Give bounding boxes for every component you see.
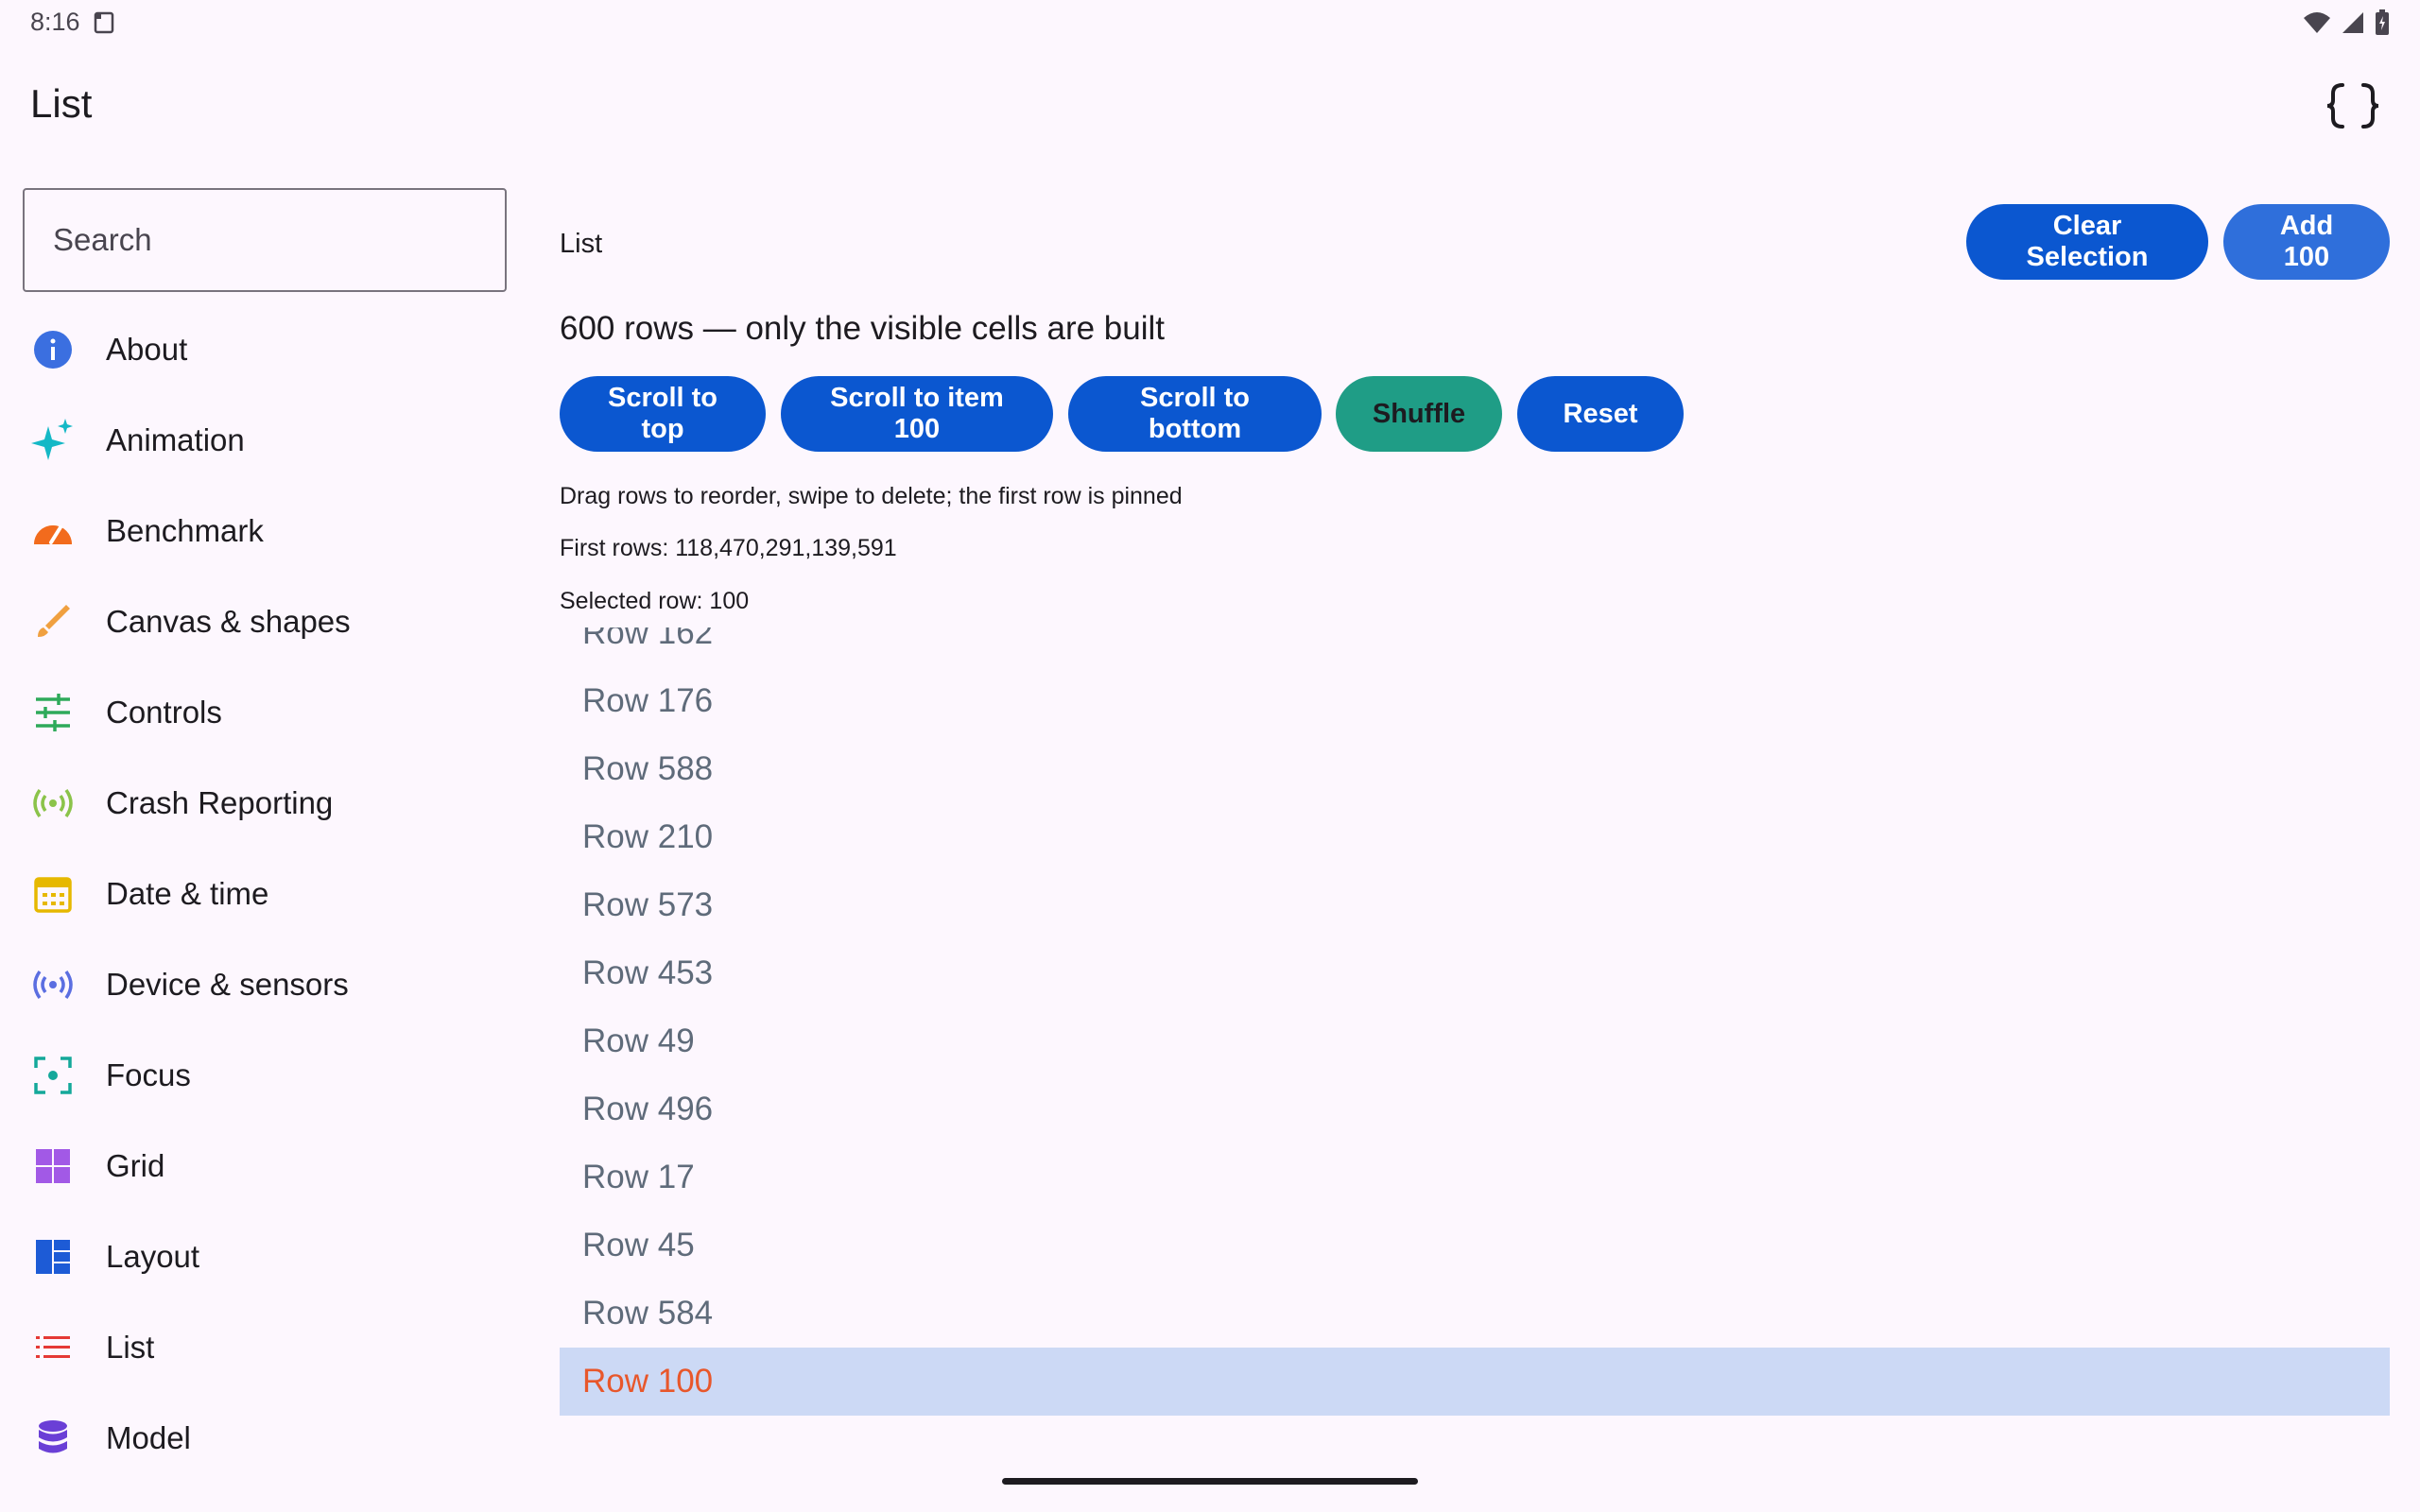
sidebar-item-crash-reporting[interactable]: Crash Reporting bbox=[23, 758, 507, 849]
list-row[interactable]: Row 573 bbox=[560, 871, 2390, 939]
sidebar-item-controls[interactable]: Controls bbox=[23, 667, 507, 758]
scroll-to-item-button[interactable]: Scroll to item 100 bbox=[781, 376, 1053, 452]
sidebar-item-label: Benchmark bbox=[106, 513, 264, 548]
sidebar-item-canvas[interactable]: Canvas & shapes bbox=[23, 576, 507, 667]
add-100-button[interactable]: Add 100 bbox=[2223, 204, 2390, 280]
list-row[interactable]: Row 588 bbox=[560, 735, 2390, 803]
sidebar-item-focus[interactable]: Focus bbox=[23, 1030, 507, 1121]
list-row[interactable]: Row 17 bbox=[560, 1143, 2390, 1211]
first-rows-text: First rows: 118,470,291,139,591 bbox=[560, 535, 897, 561]
sidebar-item-label: Device & sensors bbox=[106, 967, 349, 1002]
sidebar-item-label: Controls bbox=[106, 695, 222, 730]
sidebar-item-label: List bbox=[106, 1330, 155, 1365]
shuffle-button[interactable]: Shuffle bbox=[1336, 376, 1502, 452]
sidebar-item-label: Animation bbox=[106, 422, 245, 457]
list-row[interactable]: Row 176 bbox=[560, 667, 2390, 735]
list-row[interactable]: Row 210 bbox=[560, 803, 2390, 871]
row-list[interactable]: Row 162 Row 176 Row 588 Row 210 Row 573 Row 4… bbox=[560, 627, 2390, 1421]
wifi-icon bbox=[2304, 12, 2330, 33]
sidebar-item-label: About bbox=[106, 332, 188, 367]
drag-hint: Drag rows to reorder, swipe to delete; t… bbox=[560, 483, 1183, 509]
battery-icon bbox=[2376, 9, 2389, 35]
list-row[interactable]: Row 453 bbox=[560, 939, 2390, 1007]
status-icons bbox=[2303, 9, 2390, 36]
braces-icon[interactable] bbox=[2320, 77, 2386, 134]
scroll-to-bottom-button[interactable]: Scroll to bottom bbox=[1068, 376, 1322, 452]
sidebar-item-list[interactable]: List bbox=[23, 1302, 507, 1393]
clear-selection-button[interactable]: Clear Selection bbox=[1966, 204, 2208, 280]
sidebar-item-benchmark[interactable]: Benchmark bbox=[23, 486, 507, 576]
row-list-content: Row 162 Row 176 Row 588 Row 210 Row 573 Row 4… bbox=[560, 627, 2390, 1416]
sidebar-item-label: Model bbox=[106, 1420, 191, 1455]
sparkle-icon bbox=[30, 418, 76, 463]
database-icon bbox=[30, 1416, 76, 1461]
status-bar: 8:16 bbox=[0, 0, 2420, 45]
sidebar-item-label: Canvas & shapes bbox=[106, 604, 351, 639]
scroll-to-top-button[interactable]: Scroll to top bbox=[560, 376, 766, 452]
selected-row-text: Selected row: 100 bbox=[560, 588, 750, 614]
brush-icon bbox=[30, 599, 76, 644]
sidebar-item-label: Grid bbox=[106, 1148, 165, 1183]
info-icon bbox=[30, 327, 76, 372]
sidebar-item-layout[interactable]: Layout bbox=[23, 1211, 507, 1302]
sidebar-item-label: Crash Reporting bbox=[106, 785, 334, 820]
sidebar-item-grid[interactable]: Grid bbox=[23, 1121, 507, 1211]
sidebar-item-label: Layout bbox=[106, 1239, 200, 1274]
speedometer-icon bbox=[30, 508, 76, 554]
calendar-icon bbox=[30, 871, 76, 917]
list-row[interactable]: Row 45 bbox=[560, 1211, 2390, 1280]
sidebar-item-label: Date & time bbox=[106, 876, 269, 911]
list-row[interactable]: Row 49 bbox=[560, 1007, 2390, 1075]
sidebar-item-label: Focus bbox=[106, 1057, 191, 1092]
list-row[interactable]: Row 584 bbox=[560, 1280, 2390, 1348]
sidebar-item-about[interactable]: About bbox=[23, 304, 507, 395]
sidebar-nav: About Animation Benchmark Canvas & shape… bbox=[23, 304, 507, 1484]
selected-list-row[interactable]: Row 100 bbox=[560, 1348, 2390, 1416]
sidebar-item-device-sensors[interactable]: Device & sensors bbox=[23, 939, 507, 1030]
layout-icon bbox=[30, 1234, 76, 1280]
sidebar-item-date-time[interactable]: Date & time bbox=[23, 849, 507, 939]
reset-button[interactable]: Reset bbox=[1517, 376, 1684, 452]
section-title: List bbox=[560, 229, 603, 259]
signal-icon bbox=[2342, 12, 2363, 33]
sidebar-item-animation[interactable]: Animation bbox=[23, 395, 507, 486]
row-count-subtitle: 600 rows — only the visible cells are bu… bbox=[560, 310, 1166, 347]
broadcast-icon bbox=[30, 781, 76, 826]
focus-icon bbox=[30, 1053, 76, 1098]
page-title: List bbox=[30, 81, 93, 126]
list-icon bbox=[30, 1325, 76, 1370]
grid-icon bbox=[30, 1143, 76, 1189]
list-row[interactable]: Row 162 bbox=[560, 627, 2390, 667]
search-input[interactable] bbox=[23, 188, 507, 292]
status-time: 8:16 bbox=[30, 8, 80, 36]
sidebar-item-model[interactable]: Model bbox=[23, 1393, 507, 1484]
sim-card-icon bbox=[94, 11, 114, 34]
sliders-icon bbox=[30, 690, 76, 735]
list-row[interactable]: Row 496 bbox=[560, 1075, 2390, 1143]
sensors-icon bbox=[30, 962, 76, 1007]
home-indicator[interactable] bbox=[1002, 1478, 1418, 1485]
